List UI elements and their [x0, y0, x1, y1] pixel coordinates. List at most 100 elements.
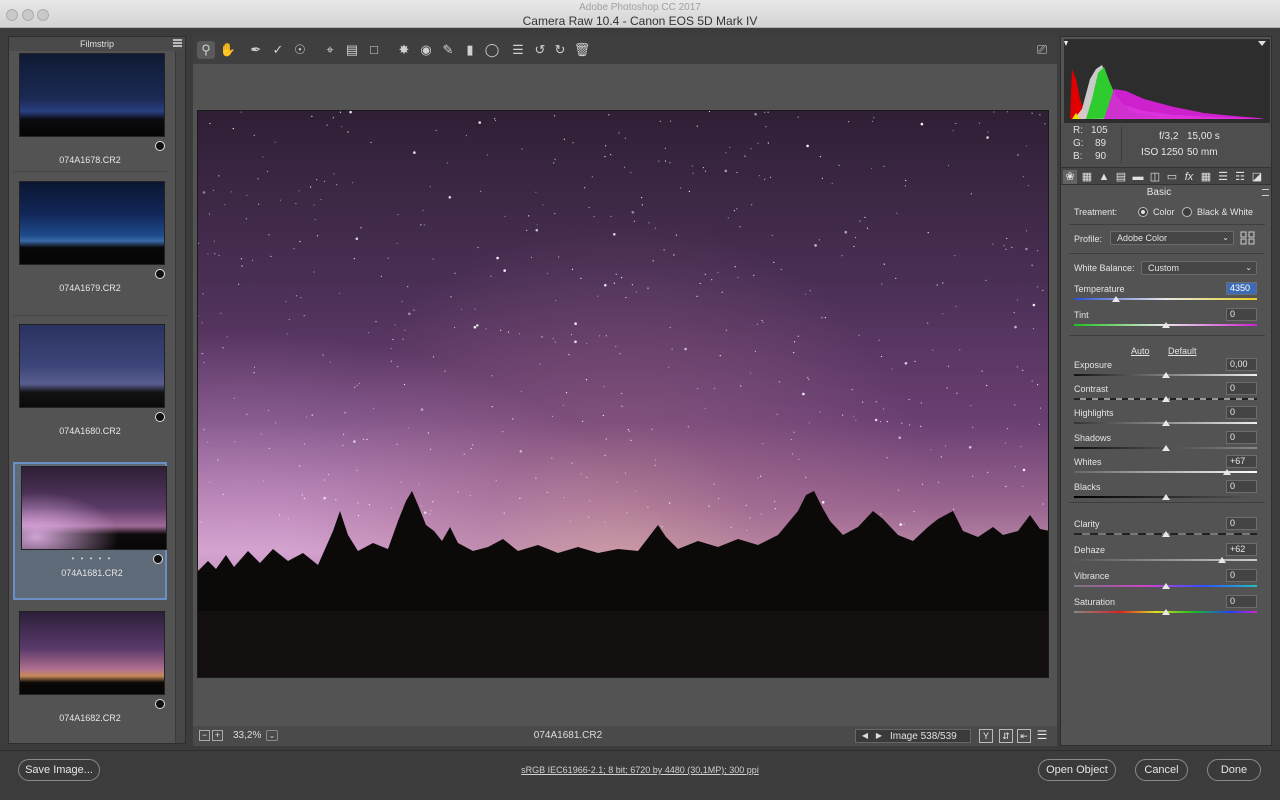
view-settings-icon[interactable]: ☰	[1035, 729, 1049, 743]
tab-split-toning[interactable]: ▬	[1131, 170, 1145, 184]
transform-icon[interactable]: □	[365, 41, 383, 59]
rotate-right-icon[interactable]: ↻	[551, 41, 569, 59]
white-balance-icon[interactable]: ✒	[247, 41, 265, 59]
color-sampler-icon[interactable]: ✓	[269, 41, 287, 59]
image-canvas[interactable]	[193, 64, 1057, 726]
star	[761, 319, 763, 322]
highlights-slider-handle[interactable]	[1161, 420, 1170, 426]
tab-effects[interactable]: fx	[1182, 170, 1196, 184]
rating-dots[interactable]: • • • • •	[15, 554, 169, 563]
tab-presets[interactable]: ☰	[1216, 170, 1230, 184]
straighten-icon[interactable]: ▤	[343, 41, 361, 59]
star	[764, 111, 766, 113]
graduated-filter-icon[interactable]: ▮	[461, 41, 479, 59]
star	[767, 142, 769, 144]
blacks-slider-handle[interactable]	[1161, 494, 1170, 500]
tab-lens-corrections[interactable]: ◫	[1148, 170, 1162, 184]
star	[329, 361, 331, 363]
tab-detail[interactable]: ▲	[1097, 170, 1111, 184]
highlights-value-field[interactable]: 0	[1226, 406, 1257, 419]
clarity-value-field[interactable]: 0	[1226, 517, 1257, 530]
star	[655, 459, 657, 461]
filmstrip-menu-icon[interactable]	[173, 39, 182, 47]
dehaze-value-field[interactable]: +62	[1226, 543, 1257, 556]
temperature-slider-handle[interactable]	[1112, 296, 1121, 302]
hand-icon[interactable]: ✋	[219, 41, 237, 59]
panel-menu-icon[interactable]	[1262, 189, 1269, 196]
tab-tone-curve[interactable]: ▦	[1080, 170, 1094, 184]
treatment-color-radio[interactable]	[1138, 207, 1148, 217]
cancel-button[interactable]: Cancel	[1135, 759, 1188, 781]
thumbnail-label: 074A1681.CR2	[61, 568, 123, 578]
contrast-slider-handle[interactable]	[1161, 396, 1170, 402]
preferences-icon[interactable]: ☰	[509, 41, 527, 59]
tab-hsl[interactable]: ▤	[1114, 170, 1128, 184]
saturation-value-field[interactable]: 0	[1226, 595, 1257, 608]
next-image-icon[interactable]: ▶	[874, 731, 884, 740]
targeted-adjustment-icon[interactable]: ☉	[291, 41, 309, 59]
crop-icon[interactable]: ⌖	[321, 41, 339, 59]
spot-removal-icon[interactable]: ✸	[395, 41, 413, 59]
swap-settings-icon[interactable]: ⇵	[999, 729, 1013, 743]
star	[408, 312, 411, 316]
filmstrip-item[interactable]: 074A1680.CR2	[13, 322, 167, 460]
previous-image-icon[interactable]: ◀	[860, 731, 870, 740]
preview-image[interactable]	[197, 110, 1049, 678]
shadows-slider-handle[interactable]	[1161, 445, 1170, 451]
fullscreen-icon[interactable]: ⎚	[1033, 41, 1051, 59]
tint-value-field[interactable]: 0	[1226, 308, 1257, 321]
star	[220, 312, 222, 314]
whites-value-field[interactable]: +67	[1226, 455, 1257, 468]
star	[1022, 485, 1024, 487]
tab-basic[interactable]: ❀	[1063, 170, 1077, 184]
filmstrip-item[interactable]: 074A1679.CR2	[13, 179, 167, 317]
tab-camera-calibration[interactable]: ▦	[1199, 170, 1213, 184]
star	[729, 146, 731, 148]
vibrance-value-field[interactable]: 0	[1226, 569, 1257, 582]
tint-slider-handle[interactable]	[1161, 322, 1170, 328]
white-balance-dropdown[interactable]: Custom ⌄	[1141, 261, 1257, 275]
rotate-left-icon[interactable]: ↺	[531, 41, 549, 59]
star	[675, 234, 677, 236]
temperature-slider-track[interactable]	[1074, 298, 1257, 300]
zoom-icon[interactable]: ⚲	[197, 41, 215, 59]
filmstrip-item[interactable]: 074A1678.CR2	[13, 51, 167, 189]
dehaze-slider-handle[interactable]	[1218, 557, 1227, 563]
tab-snapshots[interactable]: ☶	[1233, 170, 1247, 184]
star	[314, 218, 316, 221]
filmstrip-scrollbar[interactable]	[175, 51, 185, 743]
clarity-slider-handle[interactable]	[1161, 531, 1170, 537]
saturation-slider-handle[interactable]	[1161, 609, 1170, 615]
profile-dropdown[interactable]: Adobe Color ⌄	[1110, 231, 1234, 245]
trash-icon[interactable]: 🗑	[573, 41, 591, 59]
dehaze-slider-track[interactable]	[1074, 559, 1257, 561]
tab-transform[interactable]: ▭	[1165, 170, 1179, 184]
filmstrip-item-selected[interactable]: • • • • • 074A1681.CR2	[13, 462, 167, 600]
contrast-value-field[interactable]: 0	[1226, 382, 1257, 395]
open-object-button[interactable]: Open Object	[1038, 759, 1116, 781]
treatment-bw-radio[interactable]	[1182, 207, 1192, 217]
star	[267, 170, 269, 172]
auto-button[interactable]: Auto	[1131, 346, 1150, 356]
vibrance-slider-handle[interactable]	[1161, 583, 1170, 589]
blacks-value-field[interactable]: 0	[1226, 480, 1257, 493]
exposure-slider-handle[interactable]	[1161, 372, 1170, 378]
star	[952, 130, 954, 132]
adjustment-brush-icon[interactable]: ✎	[439, 41, 457, 59]
star	[904, 362, 908, 365]
before-after-toggle-button[interactable]: Y	[979, 729, 993, 743]
whites-slider-handle[interactable]	[1222, 469, 1231, 475]
shadows-value-field[interactable]: 0	[1226, 431, 1257, 444]
star	[641, 204, 643, 206]
profile-browser-icon[interactable]	[1240, 231, 1255, 245]
radial-filter-icon[interactable]: ◯	[483, 41, 501, 59]
filmstrip-item[interactable]: 074A1682.CR2	[13, 609, 167, 747]
default-button[interactable]: Default	[1168, 346, 1197, 356]
exposure-value-field[interactable]: 0,00	[1226, 358, 1257, 371]
copy-settings-icon[interactable]: ⇤	[1017, 729, 1031, 743]
red-eye-icon[interactable]: ◉	[417, 41, 435, 59]
star	[985, 279, 987, 282]
tab-snapshots-2[interactable]: ◪	[1250, 170, 1264, 184]
done-button[interactable]: Done	[1207, 759, 1261, 781]
temperature-value-field[interactable]: 4350	[1226, 282, 1257, 295]
